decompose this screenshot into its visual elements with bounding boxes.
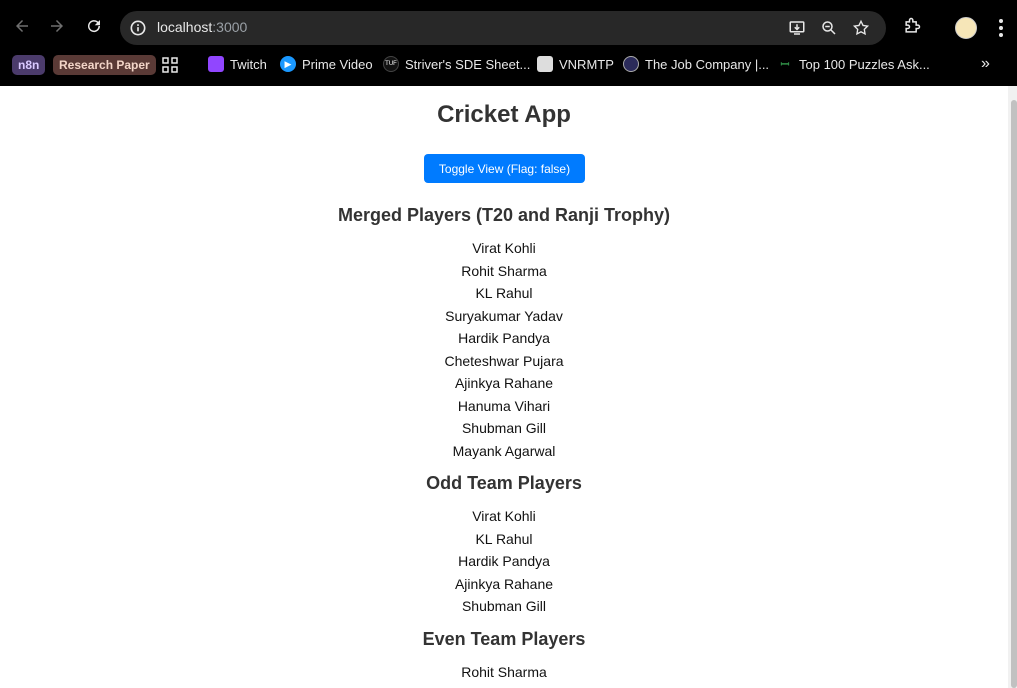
odd-player-item: Shubman Gill [461,598,547,614]
bookmark-research-paper[interactable]: Research Paper [53,55,156,75]
url-host: localhost [157,19,213,35]
bookmark-label: n8n [18,58,40,72]
url-port: :3000 [212,19,248,35]
chevron-double-right-icon: » [981,55,990,72]
browser-toolbar: localhost:3000 [0,0,1017,52]
bookmark-prime-video[interactable]: ▶ Prime Video [280,53,373,75]
merged-player-item: KL Rahul [475,285,533,301]
bookmark-label: Striver's SDE Sheet... [405,56,531,72]
merged-player-item: Mayank Agarwal [452,443,556,459]
more-bookmarks-button[interactable]: » [981,53,990,75]
bookmark-top-100-puzzles[interactable]: ꟷ Top 100 Puzzles Ask... [777,53,930,75]
odd-player-item: KL Rahul [475,531,533,547]
even-player-item: Rohit Sharma [461,664,547,680]
back-button[interactable] [10,14,34,38]
bookmark-label: Top 100 Puzzles Ask... [799,56,930,72]
toggle-view-button[interactable]: Toggle View (Flag: false) [424,154,585,183]
forward-button[interactable] [45,14,69,38]
merged-player-item: Rohit Sharma [461,263,547,279]
merged-player-item: Cheteshwar Pujara [444,353,564,369]
odd-team-heading: Odd Team Players [426,473,582,493]
odd-player-item: Ajinkya Rahane [454,576,554,592]
scrollbar-thumb[interactable] [1011,100,1017,688]
bookmark-label: The Job Company |... [645,56,770,72]
bookmark-label: Twitch [230,56,267,72]
site-info-icon[interactable] [128,18,148,38]
vnrmtp-icon [537,56,553,72]
bookmark-n8n[interactable]: n8n [12,55,46,75]
address-bar[interactable]: localhost:3000 [120,11,886,45]
bookmark-vnrmtp[interactable]: VNRMTP [537,53,614,75]
extensions-icon[interactable] [902,16,922,36]
bookmark-label: Research Paper [59,58,150,72]
bookmark-job-company[interactable]: The Job Company |... [623,53,769,75]
url-text[interactable]: localhost:3000 [157,19,247,35]
bookmark-star-icon[interactable] [852,19,870,37]
prime-video-icon: ▶ [280,56,296,72]
job-company-icon [623,56,639,72]
bookmark-strivers-sde-sheet[interactable]: TUF Striver's SDE Sheet... [383,53,530,75]
odd-player-item: Virat Kohli [472,508,536,524]
menu-kebab-icon[interactable] [997,17,1005,39]
odd-player-item: Hardik Pandya [458,553,550,569]
arrow-right-icon [51,20,63,32]
bookmark-twitch[interactable]: Twitch [208,53,267,75]
profile-avatar[interactable] [955,17,977,39]
even-team-heading: Even Team Players [422,629,586,649]
page-title: Cricket App [437,101,571,128]
merged-player-item: Hardik Pandya [458,330,550,346]
zoom-icon[interactable] [820,19,838,37]
geeksforgeeks-icon: ꟷ [780,58,790,71]
merged-player-item: Shubman Gill [461,420,547,436]
browser-chrome: localhost:3000 n8n Research Paper Twitch… [0,0,1017,86]
install-app-icon[interactable] [788,19,806,37]
reload-button[interactable] [82,14,106,38]
merged-player-item: Virat Kohli [472,240,536,256]
apps-grid-icon[interactable] [162,57,178,73]
merged-players-heading: Merged Players (T20 and Ranji Trophy) [337,205,671,225]
merged-player-item: Hanuma Vihari [457,398,551,414]
merged-player-item: Ajinkya Rahane [454,375,554,391]
page-content: Cricket App Toggle View (Flag: false) Me… [0,86,1008,688]
bookmark-label: Prime Video [302,56,373,72]
bookmark-label: VNRMTP [559,56,614,72]
merged-player-item: Suryakumar Yadav [445,308,563,324]
tuf-icon: TUF [383,56,399,72]
arrow-left-icon [16,20,28,32]
reload-icon [88,20,101,33]
twitch-icon [208,56,224,72]
